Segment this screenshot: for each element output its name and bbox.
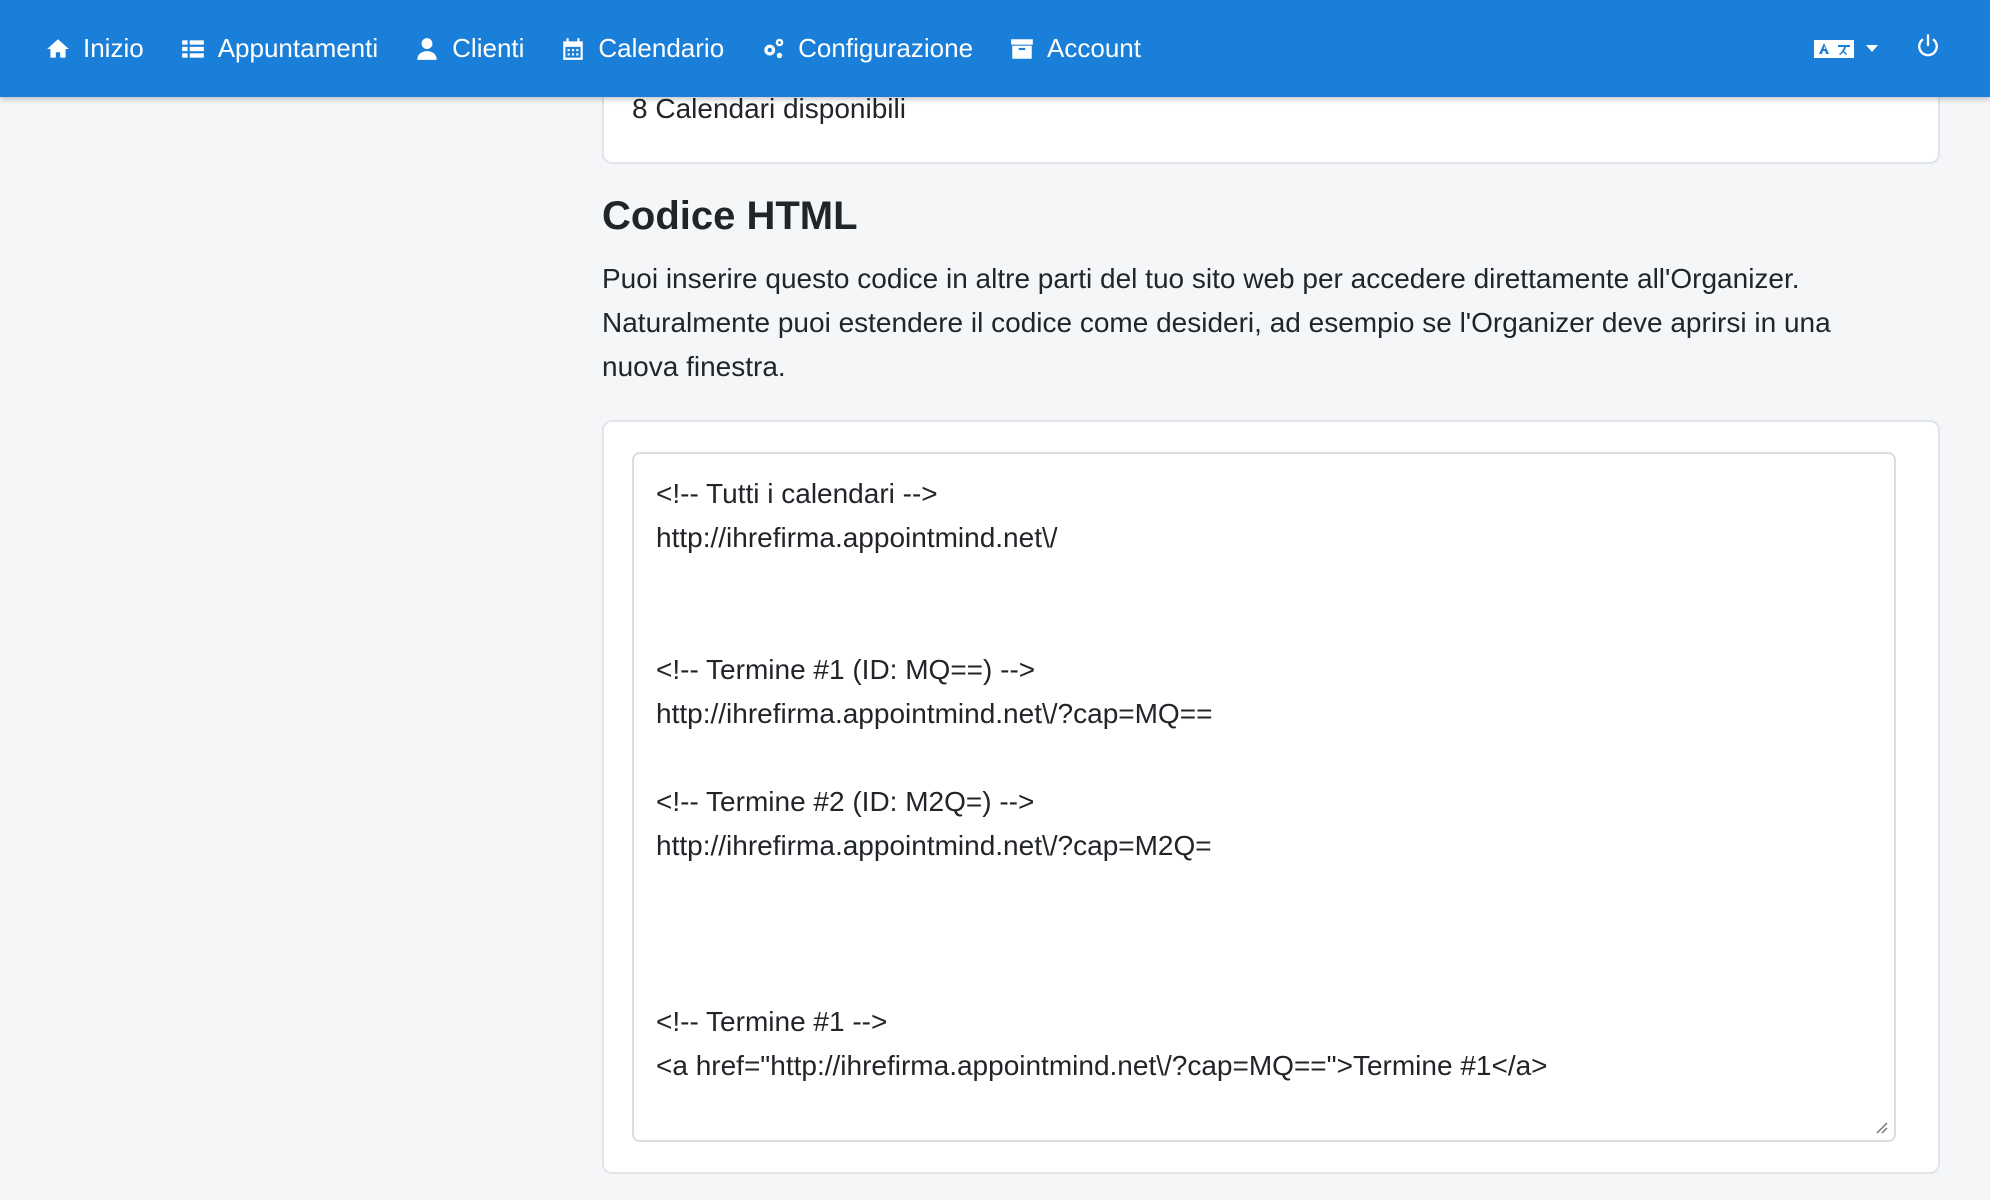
nav-item-label: Inizio	[83, 33, 144, 63]
logout-button[interactable]	[1914, 32, 1942, 65]
gears-icon	[764, 38, 784, 58]
resize-handle-icon[interactable]	[1874, 1120, 1888, 1134]
main-nav: Inizio Appuntamenti Clienti Calendario C…	[45, 0, 1177, 97]
nav-item-label: Configurazione	[798, 33, 974, 63]
archive-icon	[1011, 38, 1033, 59]
power-icon	[1918, 34, 1938, 57]
calendars-count-text: 8 Calendari disponibili	[632, 93, 906, 124]
nav-item-account[interactable]: Account	[1009, 33, 1141, 64]
nav-item-calendario[interactable]: Calendario	[560, 33, 724, 64]
language-icon	[1814, 39, 1854, 58]
section-description: Puoi inserire questo codice in altre par…	[602, 263, 1831, 382]
html-code-content[interactable]: <!-- Tutti i calendari --> http://ihrefi…	[634, 454, 1894, 1140]
nav-item-label: Account	[1047, 33, 1141, 63]
html-code-textarea[interactable]: <!-- Tutti i calendari --> http://ihrefi…	[632, 452, 1896, 1142]
nav-item-appuntamenti[interactable]: Appuntamenti	[180, 33, 378, 64]
top-navbar: Inizio Appuntamenti Clienti Calendario C…	[0, 0, 1990, 97]
list-icon	[181, 39, 204, 58]
language-dropdown[interactable]	[1814, 36, 1878, 62]
nav-item-label: Clienti	[452, 33, 525, 63]
chevron-down-icon	[1866, 45, 1878, 52]
nav-right	[1814, 0, 1942, 97]
home-icon	[47, 38, 69, 58]
section-title: Codice HTML	[602, 194, 858, 238]
nav-item-clienti[interactable]: Clienti	[414, 33, 524, 64]
nav-item-label: Calendario	[598, 33, 725, 63]
nav-item-inizio[interactable]: Inizio	[45, 33, 144, 64]
nav-item-configurazione[interactable]: Configurazione	[760, 33, 973, 64]
nav-item-label: Appuntamenti	[217, 33, 379, 63]
user-icon	[417, 37, 437, 60]
calendar-icon	[563, 37, 584, 60]
